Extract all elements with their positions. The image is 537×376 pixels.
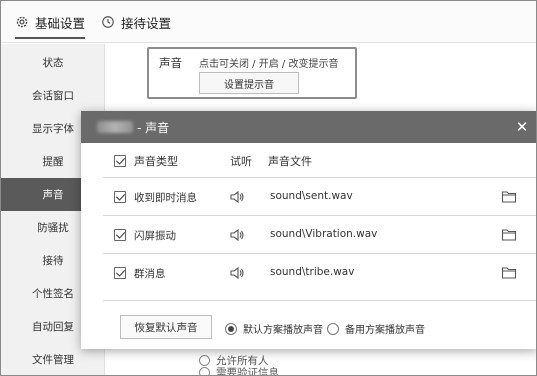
row-checkbox[interactable] bbox=[114, 267, 126, 279]
sound-description: 点击可关闭 / 开启 / 改变提示音 bbox=[199, 59, 339, 70]
restore-default-sound-button[interactable]: 恢复默认声音 bbox=[120, 315, 212, 339]
speaker-icon[interactable] bbox=[229, 189, 245, 205]
radio-unselected-icon bbox=[327, 322, 339, 335]
dialog-footer: 恢复默认声音 默认方案播放声音 备用方案播放声音 bbox=[103, 300, 536, 349]
select-all-checkbox[interactable] bbox=[114, 155, 126, 167]
radio-circle bbox=[199, 367, 210, 375]
blurred-account-name bbox=[97, 121, 133, 133]
header-sound-type: 声音类型 bbox=[134, 155, 178, 168]
sound-table-header: 声音类型 试听 声音文件 bbox=[81, 143, 536, 177]
option-require-verification[interactable]: 需要验证信息 bbox=[199, 365, 279, 376]
sound-file-path: sound\sent.wav bbox=[270, 190, 353, 202]
speaker-icon[interactable] bbox=[229, 227, 245, 243]
clock-icon bbox=[102, 16, 114, 28]
sound-type-name: 闪屏振动 bbox=[134, 230, 176, 242]
option-label: 需要验证信息 bbox=[216, 367, 279, 376]
tab-label: 基础设置 bbox=[35, 15, 86, 31]
radio-default-scheme[interactable]: 默认方案播放声音 bbox=[225, 321, 323, 336]
sound-type-name: 群消息 bbox=[134, 268, 166, 280]
dialog-title-bar: - 声音 ✕ bbox=[81, 111, 536, 143]
speaker-icon[interactable] bbox=[229, 265, 245, 281]
header-preview: 试听 bbox=[230, 155, 252, 168]
sound-row: 收到即时消息 sound\sent.wav bbox=[103, 177, 536, 215]
sound-label: 声音 bbox=[159, 56, 182, 70]
sidebar-item-status[interactable]: 状态 bbox=[1, 46, 105, 79]
radio-backup-scheme[interactable]: 备用方案播放声音 bbox=[327, 321, 425, 336]
radio-label: 备用方案播放声音 bbox=[345, 325, 425, 336]
folder-icon[interactable] bbox=[501, 189, 517, 204]
settings-window: 基础设置 接待设置 状态 会话窗口 显示字体 提醒 声音 防骚扰 接待 个性签名… bbox=[0, 0, 537, 376]
sound-dialog: - 声音 ✕ 声音类型 试听 声音文件 收到即时消息 sound\sent.wa… bbox=[81, 111, 536, 349]
folder-icon[interactable] bbox=[501, 265, 517, 280]
folder-icon[interactable] bbox=[501, 227, 517, 242]
sound-file-path: sound\tribe.wav bbox=[270, 266, 355, 278]
row-checkbox[interactable] bbox=[114, 229, 126, 241]
radio-label: 默认方案播放声音 bbox=[243, 325, 323, 336]
close-icon[interactable]: ✕ bbox=[513, 118, 531, 136]
top-tab-bar: 基础设置 接待设置 bbox=[1, 1, 536, 43]
sound-file-path: sound\Vibration.wav bbox=[270, 228, 378, 240]
gear-icon bbox=[16, 16, 28, 28]
tab-basic-settings[interactable]: 基础设置 bbox=[15, 1, 86, 43]
radio-selected-icon bbox=[225, 322, 237, 335]
sidebar-item-chat-window[interactable]: 会话窗口 bbox=[1, 79, 105, 112]
tab-label: 接待设置 bbox=[121, 15, 172, 31]
set-notification-sound-button[interactable]: 设置提示音 bbox=[199, 72, 299, 94]
dialog-title: - 声音 bbox=[137, 120, 170, 135]
row-checkbox[interactable] bbox=[114, 191, 126, 203]
sound-row: 群消息 sound\tribe.wav bbox=[103, 253, 536, 291]
sound-row: 闪屏振动 sound\Vibration.wav bbox=[103, 215, 536, 253]
tab-reception-settings[interactable]: 接待设置 bbox=[101, 1, 171, 43]
sound-type-name: 收到即时消息 bbox=[134, 192, 197, 204]
header-sound-file: 声音文件 bbox=[268, 155, 312, 168]
